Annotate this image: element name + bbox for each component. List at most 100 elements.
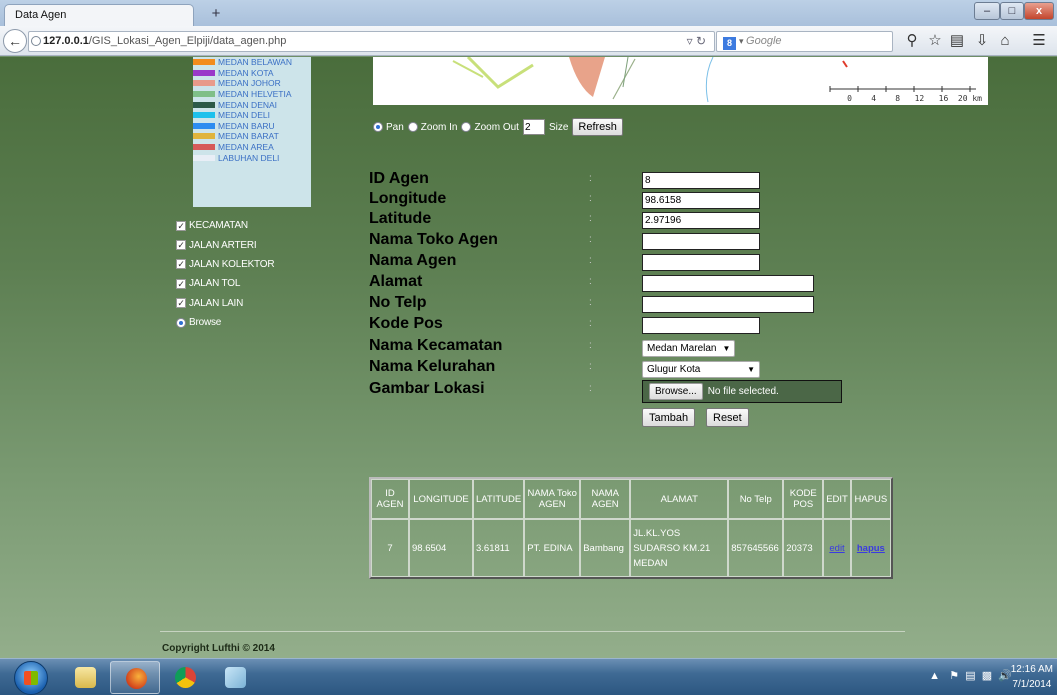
search-icon[interactable]: ⚲ <box>903 32 921 50</box>
legend-label: MEDAN BELAWAN <box>218 57 292 68</box>
reload-icon[interactable]: ↻ <box>696 34 706 48</box>
layer-list: ✓ KECAMATAN ✓ JALAN ARTERI ✓ JALAN KOLEKTOR ✓ J… <box>176 216 275 332</box>
legend-item: MEDAN JOHOR <box>193 78 311 89</box>
minimize-button[interactable]: – <box>974 2 1000 20</box>
search-bar[interactable]: 8 ▾ Google <box>716 31 893 52</box>
cell-kode-pos: 20373 <box>783 519 824 577</box>
paint-icon <box>225 667 246 688</box>
id-agen-input[interactable] <box>642 172 760 189</box>
bookmarks-icon[interactable]: ▤ <box>948 32 966 50</box>
pan-radio[interactable] <box>373 122 383 132</box>
table-row: 7 98.6504 3.61811 PT. EDINA Bambang JL.K… <box>371 519 891 577</box>
kelurahan-select[interactable]: Glugur Kota ▼ <box>642 361 760 378</box>
nama-toko-input[interactable] <box>642 233 760 250</box>
star-icon[interactable]: ☆ <box>926 32 944 50</box>
folder-icon <box>75 667 96 688</box>
refresh-button[interactable]: Refresh <box>572 118 623 136</box>
layer-checkbox[interactable]: ✓ <box>176 220 186 231</box>
layer-label: Browse <box>189 317 222 329</box>
legend-label: MEDAN DELI <box>218 110 270 121</box>
no-telp-input[interactable] <box>642 296 814 313</box>
pan-option[interactable]: Pan <box>373 122 404 133</box>
zoom-out-option[interactable]: Zoom Out <box>461 122 519 133</box>
back-button[interactable]: ← <box>3 29 27 53</box>
size-label: Size <box>548 121 569 133</box>
taskbar: ▲ ⚑ ▤ ▩ 🔊 12:16 AM 7/1/2014 <box>0 658 1057 695</box>
layer-item[interactable]: ✓ JALAN LAIN <box>176 294 274 313</box>
legend-label: MEDAN BARU <box>218 120 275 131</box>
form-row-no-telp: No Telp : <box>369 294 869 314</box>
firefox-icon <box>126 668 147 689</box>
layer-item[interactable]: ✓ JALAN TOL <box>176 274 274 293</box>
colon: : <box>589 193 592 204</box>
taskbar-explorer[interactable] <box>60 661 110 694</box>
taskbar-firefox[interactable] <box>110 661 160 694</box>
longitude-input[interactable] <box>642 192 760 209</box>
layer-label: JALAN TOL <box>189 278 241 290</box>
layer-checkbox[interactable]: ✓ <box>176 298 186 309</box>
zoom-out-radio[interactable] <box>461 122 472 132</box>
layer-item[interactable]: ✓ JALAN ARTERI <box>176 235 274 254</box>
zoom-size-input[interactable] <box>522 119 545 135</box>
browser-tab[interactable]: Data Agen <box>4 4 194 26</box>
browse-button[interactable]: Browse... <box>649 383 703 400</box>
col-no-telp: No Telp <box>728 479 784 519</box>
nama-agen-input[interactable] <box>642 254 760 271</box>
latitude-input[interactable] <box>642 212 760 229</box>
layer-checkbox[interactable]: ✓ <box>176 278 186 289</box>
kode-pos-input[interactable] <box>642 317 760 334</box>
tambah-button[interactable]: Tambah <box>642 408 696 427</box>
start-button[interactable] <box>14 661 48 695</box>
legend-item: MEDAN BELAWAN <box>193 57 311 68</box>
bookmark-dropdown-icon[interactable]: ▿ <box>687 34 693 48</box>
legend-item: LABUHAN DELI <box>193 152 311 163</box>
cell-telp: 857645566 <box>728 519 784 577</box>
map-scale-graphic <box>829 86 976 92</box>
legend-item: MEDAN HELVETIA <box>193 89 311 100</box>
alamat-input[interactable] <box>642 275 814 292</box>
clock[interactable]: 12:16 AM 7/1/2014 <box>1011 662 1053 692</box>
tray-expand-icon[interactable]: ▲ <box>929 670 940 682</box>
home-icon[interactable]: ⌂ <box>996 32 1014 50</box>
zoom-in-option[interactable]: Zoom In <box>407 122 457 133</box>
close-window-button[interactable]: x <box>1024 2 1054 20</box>
taskbar-paint[interactable] <box>210 661 260 694</box>
engine-dropdown-icon[interactable]: ▾ <box>739 36 746 46</box>
maximize-button[interactable]: □ <box>1000 2 1024 20</box>
network-icon[interactable]: ▤ <box>965 670 975 682</box>
search-engine-icon[interactable]: 8 <box>723 37 736 50</box>
layer-checkbox[interactable]: ✓ <box>176 240 186 251</box>
zoom-in-radio[interactable] <box>407 122 418 132</box>
globe-icon <box>31 36 41 46</box>
reset-button[interactable]: Reset <box>706 408 749 427</box>
clock-date: 7/1/2014 <box>1012 679 1052 690</box>
layer-radio[interactable] <box>176 317 186 328</box>
layer-item[interactable]: ✓ KECAMATAN <box>176 216 274 235</box>
legend-label: MEDAN BARAT <box>218 131 279 142</box>
download-icon[interactable]: ⇩ <box>973 32 991 50</box>
layer-item[interactable]: Browse <box>176 313 274 332</box>
layer-item[interactable]: ✓ JALAN KOLEKTOR <box>176 255 275 274</box>
colon: : <box>589 173 592 184</box>
url-bar[interactable]: 127.0.0.1/GIS_Lokasi_Agen_Elpiji/data_ag… <box>28 31 715 52</box>
menu-icon[interactable]: ☰ <box>1030 32 1048 50</box>
tab-title: Data Agen <box>15 9 67 21</box>
colon: : <box>589 276 592 287</box>
chevron-down-icon: ▼ <box>747 365 755 374</box>
legend-swatch <box>193 144 215 151</box>
legend-item: MEDAN BARU <box>193 121 311 132</box>
signal-icon[interactable]: ▩ <box>982 670 992 682</box>
cell-hapus: hapus <box>850 519 891 577</box>
file-input[interactable]: Browse... No file selected. <box>642 380 842 403</box>
map-canvas[interactable]: 0 4 8 12 16 20 km <box>373 57 988 105</box>
layer-checkbox[interactable]: ✓ <box>176 259 186 270</box>
url-host: 127.0.0.1 <box>43 35 89 47</box>
flag-icon[interactable]: ⚑ <box>949 670 959 682</box>
form-row-longitude: Longitude : <box>369 190 869 210</box>
edit-link[interactable]: edit <box>829 543 844 554</box>
taskbar-chrome[interactable] <box>160 661 210 694</box>
new-tab-button[interactable]: + <box>205 5 227 23</box>
kecamatan-select[interactable]: Medan Marelan ▼ <box>642 340 736 357</box>
colon: : <box>589 361 592 372</box>
hapus-link[interactable]: hapus <box>857 543 885 554</box>
